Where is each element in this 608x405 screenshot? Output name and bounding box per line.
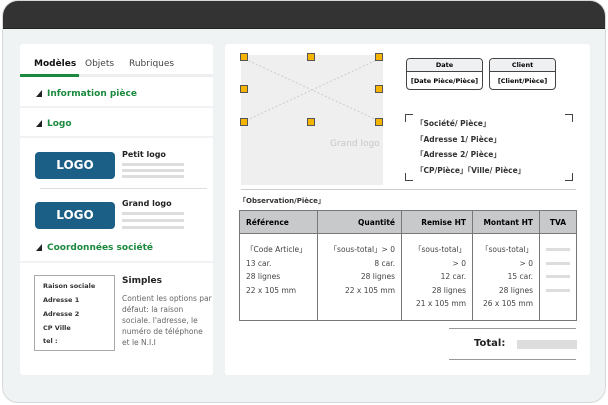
column-header: Quantité xyxy=(317,210,402,234)
placeholder-line xyxy=(546,288,570,292)
cell-line: 15 car. xyxy=(507,272,533,281)
table-cell xyxy=(539,233,577,321)
date-header: Date xyxy=(407,59,482,72)
client-header: Client xyxy=(490,59,555,72)
placeholder-line xyxy=(122,212,184,215)
column-header: Montant HT xyxy=(472,210,540,234)
address-line: 「Adresse 1/ Pièce」 xyxy=(416,135,501,144)
expand-triangle-icon xyxy=(36,120,42,127)
items-table: Référence Quantité Remise HT Montant HT … xyxy=(239,210,577,321)
placeholder-line xyxy=(546,261,570,265)
corner-bracket xyxy=(405,173,413,181)
resize-handle[interactable] xyxy=(307,53,315,61)
section-logo[interactable]: Logo xyxy=(36,119,72,129)
resize-handle[interactable] xyxy=(307,118,315,126)
petit-logo-button[interactable]: LOGO xyxy=(35,152,115,179)
tab-objets[interactable]: Objets xyxy=(85,59,114,69)
cell-line: 28 lignes xyxy=(431,285,466,295)
grand-logo-button[interactable]: LOGO xyxy=(35,202,115,229)
column-header: TVA xyxy=(539,210,577,234)
placeholder-line xyxy=(122,175,184,178)
table-cell: 「sous-total」> 0 12 car. 28 lignes 21 x 105 … xyxy=(401,233,473,321)
resize-handle[interactable] xyxy=(375,118,383,126)
separator xyxy=(241,189,576,190)
thumb-line: CP Ville xyxy=(43,324,71,332)
cell-line: 26 x 105 mm xyxy=(482,299,533,308)
address-line: 「CP/Pièce」「Ville/ Pièce」 xyxy=(416,166,526,175)
title-bar xyxy=(3,1,605,29)
cell-line: 21 x 105 mm xyxy=(415,299,466,308)
tab-modeles[interactable]: Modèles xyxy=(34,59,76,69)
thumb-line: Raison sociale xyxy=(43,282,96,290)
client-field[interactable]: Client [Client/Pièce] xyxy=(489,58,556,90)
thumb-line: Adresse 1 xyxy=(43,296,80,304)
tab-rubriques[interactable]: Rubriques xyxy=(129,59,174,69)
address-line: 「Adresse 2/ Pièce」 xyxy=(416,150,501,159)
separator xyxy=(40,188,207,189)
placeholder-line xyxy=(122,219,184,222)
date-field[interactable]: Date [Date Pièce/Pièce] xyxy=(406,58,483,90)
cell-line: 8 car. xyxy=(374,258,395,268)
table-cell: 「sous-total」> 0 8 car. 28 lignes 22 x 105 m… xyxy=(317,233,402,321)
grand-logo-label: Grand logo xyxy=(122,199,172,208)
date-value: [Date Pièce/Pièce] xyxy=(410,77,479,85)
resize-handle[interactable] xyxy=(240,118,248,126)
placeholder-line xyxy=(546,275,570,278)
petit-logo-label: Petit logo xyxy=(122,150,166,159)
resize-handle[interactable] xyxy=(375,53,383,61)
cell-line: 28 lignes xyxy=(360,272,395,281)
column-header: Référence xyxy=(239,210,318,234)
placeholder-line xyxy=(122,163,184,166)
corner-bracket xyxy=(405,114,413,122)
divider xyxy=(20,106,213,108)
section-information-piece[interactable]: Information pièce xyxy=(36,89,137,99)
cell-line: 13 car. xyxy=(246,258,272,268)
address-line: 「Société/ Pièce」 xyxy=(416,119,491,128)
resize-handle[interactable] xyxy=(240,85,248,93)
cell-line: 「sous-total」> 0 xyxy=(480,245,533,268)
cell-line: 28 lignes xyxy=(246,272,281,281)
cell-line: 22 x 105 mm xyxy=(344,285,395,295)
placeholder-line xyxy=(122,169,184,172)
logo-placeholder-label: Grand logo xyxy=(330,139,380,149)
company-template-thumbnail[interactable]: Raison sociale Adresse 1 Adresse 2 CP Vi… xyxy=(34,275,115,351)
total-label: Total: xyxy=(474,338,506,349)
column-header: Remise HT xyxy=(401,210,473,234)
expand-triangle-icon xyxy=(36,90,42,97)
placeholder-line xyxy=(546,248,570,251)
expand-triangle-icon xyxy=(36,244,42,251)
divider xyxy=(20,136,213,138)
cell-line: 12 car. xyxy=(440,272,466,281)
cell-line: 「sous-total」> 0 xyxy=(329,245,395,254)
observation-field[interactable]: 「Observation/Pièce」 xyxy=(239,196,325,206)
cell-line: 28 lignes xyxy=(498,285,533,295)
resize-handle[interactable] xyxy=(375,85,383,93)
cell-line: 「Code Article」 xyxy=(246,245,307,254)
table-cell: 「sous-total」> 0 15 car. 28 lignes 26 x 105 … xyxy=(472,233,540,321)
section-coordonnees-societe[interactable]: Coordonnées société xyxy=(36,243,153,253)
thumb-line: tel : xyxy=(43,337,58,345)
active-tab-indicator xyxy=(20,74,79,77)
resize-handle[interactable] xyxy=(240,53,248,61)
total-bottom-line xyxy=(449,359,576,360)
divider xyxy=(20,261,213,263)
template-description: Contient les options par défaut: la rais… xyxy=(122,294,212,347)
placeholder-line xyxy=(122,226,184,229)
cell-line: 「sous-total」> 0 xyxy=(413,245,466,268)
table-cell: 「Code Article」 13 car. 28 lignes 22 x 105 m… xyxy=(239,233,318,321)
corner-bracket xyxy=(565,173,573,181)
cell-line: 22 x 105 mm xyxy=(246,285,297,295)
total-top-line xyxy=(449,328,576,329)
total-value-placeholder xyxy=(517,340,577,349)
corner-bracket xyxy=(565,114,573,122)
client-value: [Client/Pièce] xyxy=(497,77,548,85)
thumb-line: Adresse 2 xyxy=(43,310,80,318)
template-title: Simples xyxy=(122,276,162,286)
